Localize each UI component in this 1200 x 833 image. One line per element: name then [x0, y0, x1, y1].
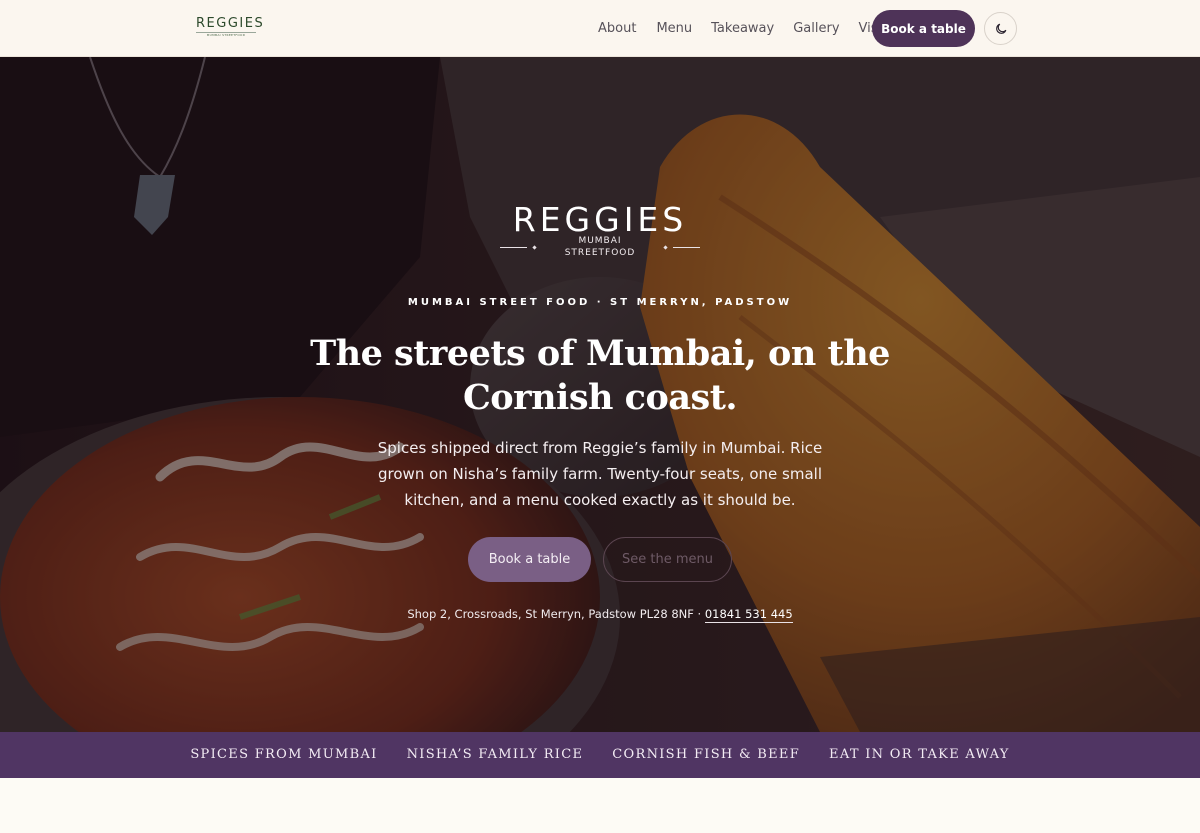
- hero-content: REGGIES MUMBAI STREETFOOD MUMBAI STREET …: [0, 57, 1200, 732]
- moon-icon: [995, 23, 1006, 34]
- site-logo[interactable]: REGGIES MUMBAI STREETFOOD: [196, 16, 265, 37]
- nav-link-about[interactable]: About: [598, 20, 636, 38]
- diamond-icon: [662, 244, 668, 250]
- hero-logo-tagline: MUMBAI STREETFOOD: [564, 236, 636, 258]
- logo-tagline: MUMBAI STREETFOOD: [196, 32, 256, 37]
- hero-section: REGGIES MUMBAI STREETFOOD MUMBAI STREET …: [0, 57, 1200, 732]
- highlight-item: NISHA’S FAMILY RICE: [406, 747, 584, 762]
- highlights-strip: SPICES FROM MUMBAI NISHA’S FAMILY RICE C…: [0, 732, 1200, 778]
- divider: [672, 246, 700, 248]
- diamond-icon: [532, 244, 538, 250]
- highlight-item: SPICES FROM MUMBAI: [190, 747, 378, 762]
- hero-eyebrow: MUMBAI STREET FOOD · ST MERRYN, PADSTOW: [407, 297, 793, 308]
- hero-logo-tagline-row: MUMBAI STREETFOOD: [500, 236, 700, 258]
- theme-toggle-button[interactable]: [984, 12, 1017, 45]
- divider: [500, 246, 528, 248]
- hero-logo-wordmark: REGGIES: [512, 200, 688, 239]
- highlight-item: EAT IN OR TAKE AWAY: [829, 747, 1010, 762]
- nav-book-table-button[interactable]: Book a table: [872, 10, 975, 47]
- hero-book-table-button[interactable]: Book a table: [468, 537, 591, 582]
- address-text: Shop 2, Crossroads, St Merryn, Padstow P…: [407, 607, 705, 621]
- nav-link-gallery[interactable]: Gallery: [793, 20, 839, 38]
- logo-wordmark: REGGIES: [196, 16, 265, 31]
- hero-address-line: Shop 2, Crossroads, St Merryn, Padstow P…: [300, 605, 900, 623]
- phone-link[interactable]: 01841 531 445: [704, 607, 793, 623]
- hero-title: The streets of Mumbai, on the Cornish co…: [310, 333, 890, 418]
- hero-logo: REGGIES MUMBAI STREETFOOD: [500, 200, 700, 258]
- nav-links: About Menu Takeaway Gallery Visit: [590, 20, 886, 38]
- nav-link-takeaway[interactable]: Takeaway: [711, 20, 774, 38]
- hero-description: Spices shipped direct from Reggie’s fami…: [377, 439, 823, 509]
- page-continuation: [0, 778, 1200, 833]
- top-nav: REGGIES MUMBAI STREETFOOD About Menu Tak…: [0, 0, 1200, 57]
- hero-see-menu-button[interactable]: See the menu: [603, 537, 732, 582]
- nav-link-menu[interactable]: Menu: [656, 20, 692, 38]
- highlight-item: CORNISH FISH & BEEF: [612, 747, 801, 762]
- hero-actions: Book a table See the menu: [468, 537, 738, 583]
